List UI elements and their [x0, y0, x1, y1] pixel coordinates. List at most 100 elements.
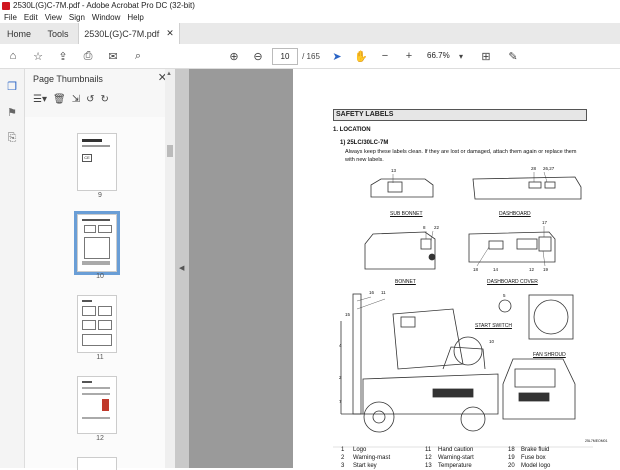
star-icon[interactable]: ☆ — [30, 48, 46, 64]
delete-icon[interactable]: 🗑 — [53, 94, 66, 108]
close-tab-icon[interactable]: ✕ — [166, 28, 174, 39]
legend-number: 19 — [508, 455, 515, 461]
legend-number: 13 — [425, 463, 432, 469]
callout-number: 8 — [423, 225, 426, 230]
bonnet-drawing — [364, 231, 436, 270]
panel-title: Page Thumbnails — [33, 74, 103, 84]
legend-number: 3 — [341, 463, 345, 469]
sign-icon[interactable]: ✎ — [505, 48, 521, 64]
menu-sign[interactable]: Sign — [69, 13, 85, 22]
legend-number: 1 — [341, 447, 345, 453]
caption-start-switch: START SWITCH — [475, 323, 512, 329]
tab-tools[interactable]: Tools — [38, 23, 78, 44]
legend-number: 12 — [425, 455, 432, 461]
legend-number: 18 — [508, 447, 515, 453]
callout-number: 15 — [345, 312, 351, 317]
page-number-input[interactable]: 10 — [272, 48, 298, 65]
seat-drawing — [502, 358, 576, 420]
legend-text: Brake fluid — [521, 447, 550, 453]
caption-sub-bonnet: SUB BONNET — [390, 211, 423, 217]
document-viewer-background — [189, 69, 293, 468]
fit-page-icon[interactable]: ⊞ — [478, 48, 494, 64]
cursor-icon[interactable]: ➤ — [330, 48, 344, 64]
arrow-up-icon[interactable]: ⊕ — [226, 48, 242, 64]
callout-number: 12 — [529, 267, 535, 272]
menu-help[interactable]: Help — [127, 13, 143, 22]
collapse-panel-icon[interactable]: ◀ — [179, 264, 184, 272]
caption-dashboard: DASHBOARD — [499, 211, 531, 217]
callout-number: 14 — [493, 267, 499, 272]
thumbnail-label: 9 — [98, 192, 102, 199]
callout-number: 10 — [489, 339, 495, 344]
legend-number: 11 — [425, 447, 432, 453]
caption-dashboard-cover: DASHBOARD COVER — [487, 279, 538, 285]
caption-fan-shroud: FAN SHROUD — [533, 352, 566, 358]
scroll-up-icon[interactable]: ▲ — [166, 71, 172, 77]
panel-toolbar: ☰▾ 🗑 ⇲ ↺ ↻ — [33, 94, 109, 108]
zoom-level[interactable]: 66.7% — [427, 48, 453, 63]
caption-bonnet: BONNET — [395, 279, 416, 285]
legend-number: 20 — [508, 463, 515, 469]
rotate-left-icon[interactable]: ↺ — [86, 94, 94, 108]
safety-labels-figure — [333, 171, 593, 448]
legend-text: Warning-start — [438, 455, 474, 461]
mail-icon[interactable]: ✉ — [105, 48, 121, 64]
callout-number: 13 — [391, 168, 397, 173]
callout-number: 2 — [339, 375, 342, 380]
panel-splitter[interactable]: ◀ — [175, 69, 189, 468]
tab-home[interactable]: Home — [0, 23, 38, 44]
tab-document-label: 2530L(G)C-7M.pdf — [84, 28, 160, 39]
callout-number: 19 — [543, 267, 549, 272]
legend-text: Fuse box — [521, 455, 546, 461]
menu-file[interactable]: File — [4, 13, 17, 22]
thumbnail-page-10[interactable] — [74, 211, 120, 275]
insert-page-icon[interactable]: ⇲ — [72, 94, 80, 108]
figure-code: 25L7MEOM01 — [585, 439, 608, 443]
legend-text: Start key — [353, 463, 377, 469]
hand-icon[interactable]: ✋ — [354, 48, 368, 64]
thumbnail-list: CE 9 10 11 12 — [25, 117, 175, 470]
rotate-right-icon[interactable]: ↻ — [100, 94, 108, 108]
print-icon[interactable]: ⎙ — [80, 48, 96, 64]
legend-text: Temperature — [438, 463, 472, 469]
arrow-down-icon[interactable]: ⊖ — [250, 48, 266, 64]
callout-number: 4 — [339, 343, 342, 348]
options-menu-icon[interactable]: ☰▾ — [33, 94, 47, 108]
callout-number: 22 — [434, 225, 440, 230]
thumbnail-page-11[interactable] — [77, 295, 117, 353]
zoom-in-icon[interactable]: + — [402, 48, 416, 64]
legend-text: Logo — [353, 447, 367, 453]
menu-bar: File Edit View Sign Window Help — [0, 11, 620, 23]
attachment-icon[interactable]: ⎘ — [5, 131, 19, 145]
thumbnail-page-9[interactable]: CE — [77, 133, 117, 191]
toolbar: ⌂ ☆ ⇪ ⎙ ✉ ⌕ ⊕ ⊖ 10 / 165 ➤ ✋ − + 66.7% ▾… — [0, 44, 620, 69]
acrobat-app-icon — [2, 1, 10, 10]
zoom-out-icon[interactable]: − — [378, 48, 392, 64]
home-icon[interactable]: ⌂ — [5, 48, 21, 64]
menu-window[interactable]: Window — [92, 13, 120, 22]
thumbnail-label: 12 — [96, 435, 104, 442]
thumbnails-panel: Page Thumbnails ✕ ☰▾ 🗑 ⇲ ↺ ↻ CE 9 10 11 … — [25, 69, 175, 470]
window-title: 2530L(G)C-7M.pdf - Adobe Acrobat Pro DC … — [13, 1, 195, 10]
menu-edit[interactable]: Edit — [24, 13, 38, 22]
scroll-thumb[interactable] — [167, 145, 173, 157]
upload-icon[interactable]: ⇪ — [55, 48, 71, 64]
title-bar: 2530L(G)C-7M.pdf - Adobe Acrobat Pro DC … — [0, 0, 620, 11]
tab-document[interactable]: 2530L(G)C-7M.pdf ✕ — [78, 23, 180, 44]
page-thumbnails-icon[interactable]: ❐ — [5, 79, 19, 93]
tab-bar: Home Tools 2530L(G)C-7M.pdf ✕ — [0, 23, 620, 45]
callout-number: 7 — [339, 399, 342, 404]
menu-view[interactable]: View — [45, 13, 62, 22]
thumbnail-scrollbar[interactable]: ▲ — [165, 69, 175, 468]
callout-number: 11 — [381, 290, 386, 295]
forklift-drawing — [340, 293, 499, 433]
chevron-down-icon[interactable]: ▾ — [456, 48, 466, 64]
search-icon[interactable]: ⌕ — [130, 48, 146, 64]
bookmark-icon[interactable]: ⚑ — [5, 105, 19, 119]
dashboard-drawing — [472, 176, 582, 200]
thumbnail-label: 10 — [96, 273, 104, 280]
callout-number: 28 — [531, 166, 537, 171]
thumbnail-page-13[interactable] — [77, 457, 117, 470]
start-switch-drawing — [498, 299, 512, 313]
thumbnail-page-12[interactable] — [77, 376, 117, 434]
